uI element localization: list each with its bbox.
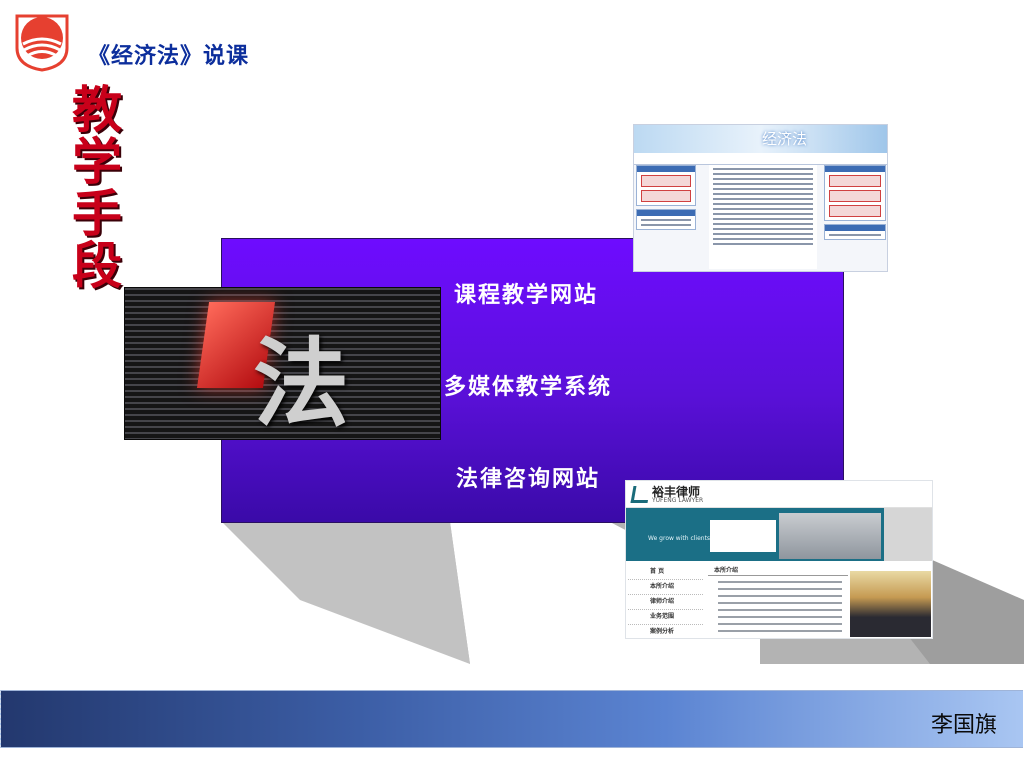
logo-icon [15,14,69,72]
site2-nav-item[interactable]: 律师介绍 [628,595,703,610]
teaching-means-heading: 教 学 手 段 [62,84,132,292]
site1-nav [634,153,887,165]
site1-box [824,165,886,221]
site1-box [636,165,696,206]
site1-main-column [709,165,817,269]
heading-char: 段 [72,236,122,295]
site1-banner: 经济法 [634,125,887,153]
site1-banner-title: 经济法 [762,130,808,148]
site2-office-photo [779,513,881,559]
site2-banner-card [710,520,776,552]
law-glyph: 法 [253,327,349,440]
site1-right-column [824,165,886,269]
course-website-screenshot[interactable]: 经济法 [633,124,888,272]
site2-banner-tagline: We grow with clients [648,535,711,542]
author-name: 李国旗 [930,713,997,738]
heading-char: 学 [72,132,122,191]
site1-box [636,209,696,230]
site2-nav-item[interactable]: 首 页 [628,565,703,580]
site2-banner-grey [884,508,932,561]
legal-consultation-link[interactable]: 法律咨询网站 [456,461,600,493]
site2-nav-item[interactable]: 本所介绍 [628,580,703,595]
site2-logo-icon [630,486,651,503]
slide-title: 《经济法》说课 [88,43,250,69]
footer-bar: 李国旗 [0,690,1023,748]
site2-section-heading: 本所介绍 [708,565,848,576]
site2-logo-subtext: YUFENG LAWYER [652,497,704,504]
video-thumbnail[interactable]: 法 [124,287,441,440]
site1-left-column [636,165,696,269]
site1-box [824,224,886,240]
heading-char: 教 [72,80,122,139]
course-website-link[interactable]: 课程教学网站 [454,277,598,309]
law-firm-website-screenshot[interactable]: 裕丰律师 YUFENG LAWYER We grow with clients … [625,480,933,639]
site2-team-photo [850,571,931,637]
multimedia-system-link[interactable]: 多媒体教学系统 [444,369,612,401]
site2-nav-item[interactable]: 案例分析 [628,625,703,638]
site2-header: 裕丰律师 YUFENG LAWYER [626,481,932,508]
site2-sidebar: 首 页 本所介绍 律师介绍 业务范围 案例分析 [628,565,703,638]
heading-char: 手 [72,184,122,243]
site2-banner: We grow with clients [626,508,884,561]
site2-nav-item[interactable]: 业务范围 [628,610,703,625]
site2-content: 本所介绍 [708,565,848,632]
